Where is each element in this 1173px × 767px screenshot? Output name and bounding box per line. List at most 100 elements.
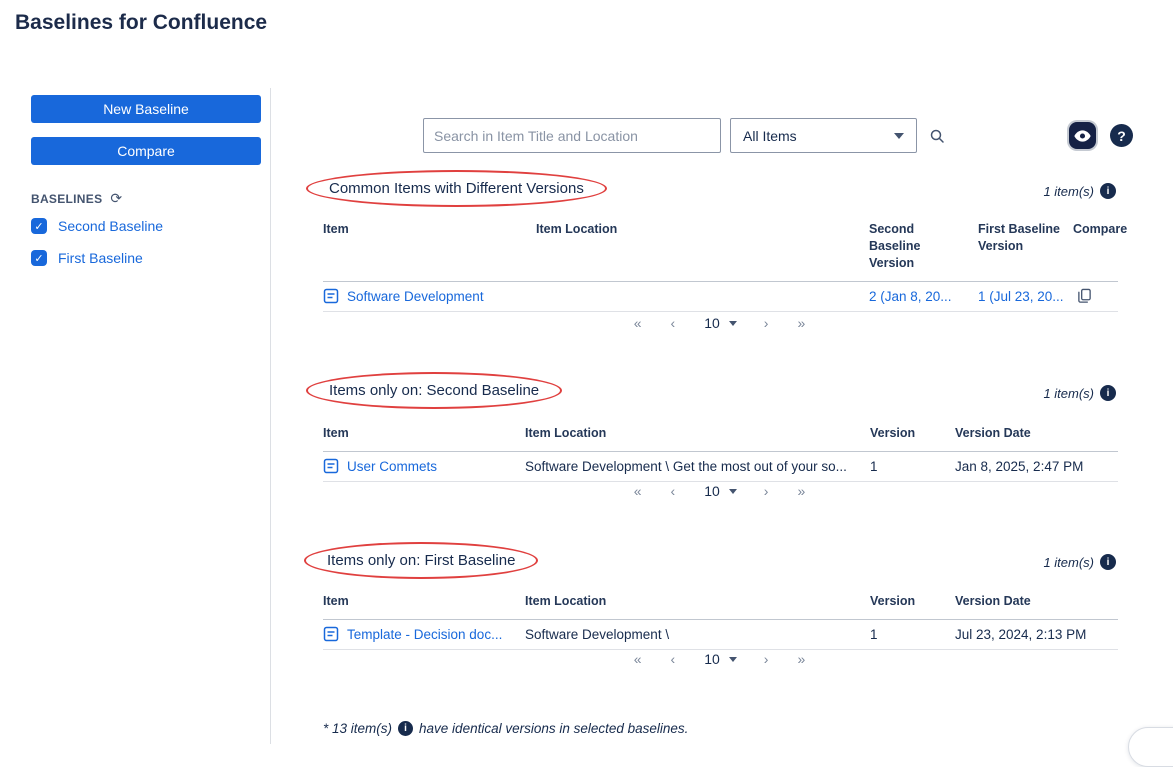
item-location-cell: Software Development \ Get the most out … — [525, 458, 847, 474]
eye-icon — [1074, 129, 1091, 142]
refresh-icon[interactable]: ⟳ — [110, 190, 122, 207]
col-compare: Compare — [1073, 222, 1128, 236]
baselines-heading: BASELINES ⟳ — [31, 190, 122, 207]
common-items-table: Item Item Location Second Baseline Versi… — [323, 221, 1128, 312]
items-filter-select[interactable]: All Items — [730, 118, 917, 153]
page-icon — [323, 627, 339, 642]
table-header-row: Item Item Location Version Version Date — [323, 425, 1118, 452]
new-baseline-button[interactable]: New Baseline — [31, 95, 261, 123]
chevron-down-icon — [894, 132, 904, 139]
item-cell: User Commets — [323, 458, 525, 474]
version-date-cell: Jul 23, 2024, 2:13 PM — [955, 626, 1087, 642]
footnote-suffix: have identical versions in selected base… — [419, 721, 689, 736]
page-icon — [323, 459, 339, 474]
item-count-second-only: 1 item(s) i — [1043, 385, 1116, 401]
table-row: Software Development 2 (Jan 8, 20... 1 (… — [323, 282, 1118, 312]
help-button[interactable]: ? — [1110, 124, 1133, 147]
footnote-prefix: * 13 item(s) — [323, 721, 393, 736]
next-page-button[interactable]: › — [764, 315, 771, 331]
info-icon[interactable]: i — [1100, 385, 1116, 401]
col-second-baseline-version: Second Baseline Version — [869, 222, 921, 270]
check-icon: ✓ — [34, 220, 44, 233]
first-page-button[interactable]: « — [634, 651, 644, 667]
item-cell: Template - Decision doc... — [323, 626, 525, 642]
first-baseline-link[interactable]: First Baseline — [58, 250, 143, 266]
first-only-table: Item Item Location Version Version Date … — [323, 593, 1118, 650]
last-page-button[interactable]: » — [797, 315, 807, 331]
prev-page-button[interactable]: ‹ — [671, 315, 678, 331]
baselines-heading-label: BASELINES — [31, 191, 103, 206]
item-count-label: 1 item(s) — [1043, 554, 1094, 570]
page-size-value: 10 — [704, 651, 720, 667]
check-icon: ✓ — [34, 252, 44, 265]
second-version-link[interactable]: 2 (Jan 8, 20... — [869, 289, 978, 304]
page-icon — [323, 288, 339, 304]
search-input[interactable] — [423, 118, 721, 153]
item-link[interactable]: Template - Decision doc... — [347, 627, 502, 642]
page-size-select[interactable]: 10 — [704, 483, 737, 499]
col-version: Version — [870, 594, 916, 608]
item-link[interactable]: User Commets — [347, 459, 437, 474]
items-filter-value: All Items — [743, 127, 797, 144]
section-title-annotation-common: Common Items with Different Versions — [306, 170, 607, 207]
copy-icon — [1078, 288, 1091, 303]
item-count-label: 1 item(s) — [1043, 183, 1094, 199]
question-icon: ? — [1117, 127, 1126, 144]
section-title-second-only: Items only on: Second Baseline — [329, 382, 540, 399]
second-baseline-checkbox[interactable]: ✓ — [31, 218, 47, 234]
last-page-button[interactable]: » — [797, 483, 807, 499]
section-title-annotation-first-only: Items only on: First Baseline — [304, 542, 539, 579]
page-title: Baselines for Confluence — [15, 11, 268, 34]
chevron-down-icon — [728, 320, 737, 326]
col-item-location: Item Location — [536, 222, 618, 236]
item-link[interactable]: Software Development — [347, 289, 484, 304]
next-page-button[interactable]: › — [764, 483, 771, 499]
col-item-location: Item Location — [525, 594, 607, 608]
info-icon[interactable]: i — [398, 721, 414, 736]
watch-button[interactable] — [1069, 122, 1096, 149]
second-only-table: Item Item Location Version Version Date … — [323, 425, 1118, 482]
chevron-down-icon — [728, 488, 737, 494]
second-baseline-link[interactable]: Second Baseline — [58, 218, 163, 234]
info-glyph: i — [1106, 556, 1110, 568]
item-count-common: 1 item(s) i — [1043, 183, 1116, 199]
col-item: Item — [323, 594, 349, 608]
prev-page-button[interactable]: ‹ — [671, 651, 678, 667]
floating-button-partial[interactable] — [1128, 727, 1173, 767]
first-version-link[interactable]: 1 (Jul 23, 20... — [978, 289, 1073, 304]
section-title-first-only: Items only on: First Baseline — [327, 552, 516, 569]
pagination-first-only: « ‹ 10 › » — [323, 651, 1118, 667]
identical-versions-footnote: * 13 item(s) i have identical versions i… — [323, 721, 688, 736]
info-icon[interactable]: i — [1100, 554, 1116, 570]
page-size-value: 10 — [704, 483, 720, 499]
table-row: Template - Decision doc... Software Deve… — [323, 620, 1118, 650]
page-size-select[interactable]: 10 — [704, 315, 737, 331]
baseline-item-second: ✓ Second Baseline — [31, 218, 163, 234]
info-glyph: i — [1106, 387, 1110, 399]
first-page-button[interactable]: « — [634, 315, 644, 331]
first-baseline-checkbox[interactable]: ✓ — [31, 250, 47, 266]
version-cell: 1 — [870, 626, 878, 642]
info-icon[interactable]: i — [1100, 183, 1116, 199]
compare-button[interactable]: Compare — [31, 137, 261, 165]
compare-copy-button[interactable] — [1077, 288, 1118, 304]
last-page-button[interactable]: » — [797, 651, 807, 667]
next-page-button[interactable]: › — [764, 651, 771, 667]
section-title-common: Common Items with Different Versions — [329, 180, 584, 197]
page-size-select[interactable]: 10 — [704, 651, 737, 667]
table-header-row: Item Item Location Version Version Date — [323, 593, 1118, 620]
baseline-item-first: ✓ First Baseline — [31, 250, 143, 266]
info-glyph: i — [1106, 185, 1110, 197]
section-title-annotation-second-only: Items only on: Second Baseline — [306, 372, 563, 409]
search-icon[interactable] — [929, 128, 945, 149]
prev-page-button[interactable]: ‹ — [671, 483, 678, 499]
item-cell: Software Development — [323, 288, 536, 304]
pagination-common: « ‹ 10 › » — [323, 315, 1118, 331]
version-cell: 1 — [870, 458, 878, 474]
table-row: User Commets Software Development \ Get … — [323, 452, 1118, 482]
page-size-value: 10 — [704, 315, 720, 331]
info-glyph: i — [404, 723, 407, 734]
first-page-button[interactable]: « — [634, 483, 644, 499]
item-count-first-only: 1 item(s) i — [1043, 554, 1116, 570]
table-header-row: Item Item Location Second Baseline Versi… — [323, 221, 1128, 282]
